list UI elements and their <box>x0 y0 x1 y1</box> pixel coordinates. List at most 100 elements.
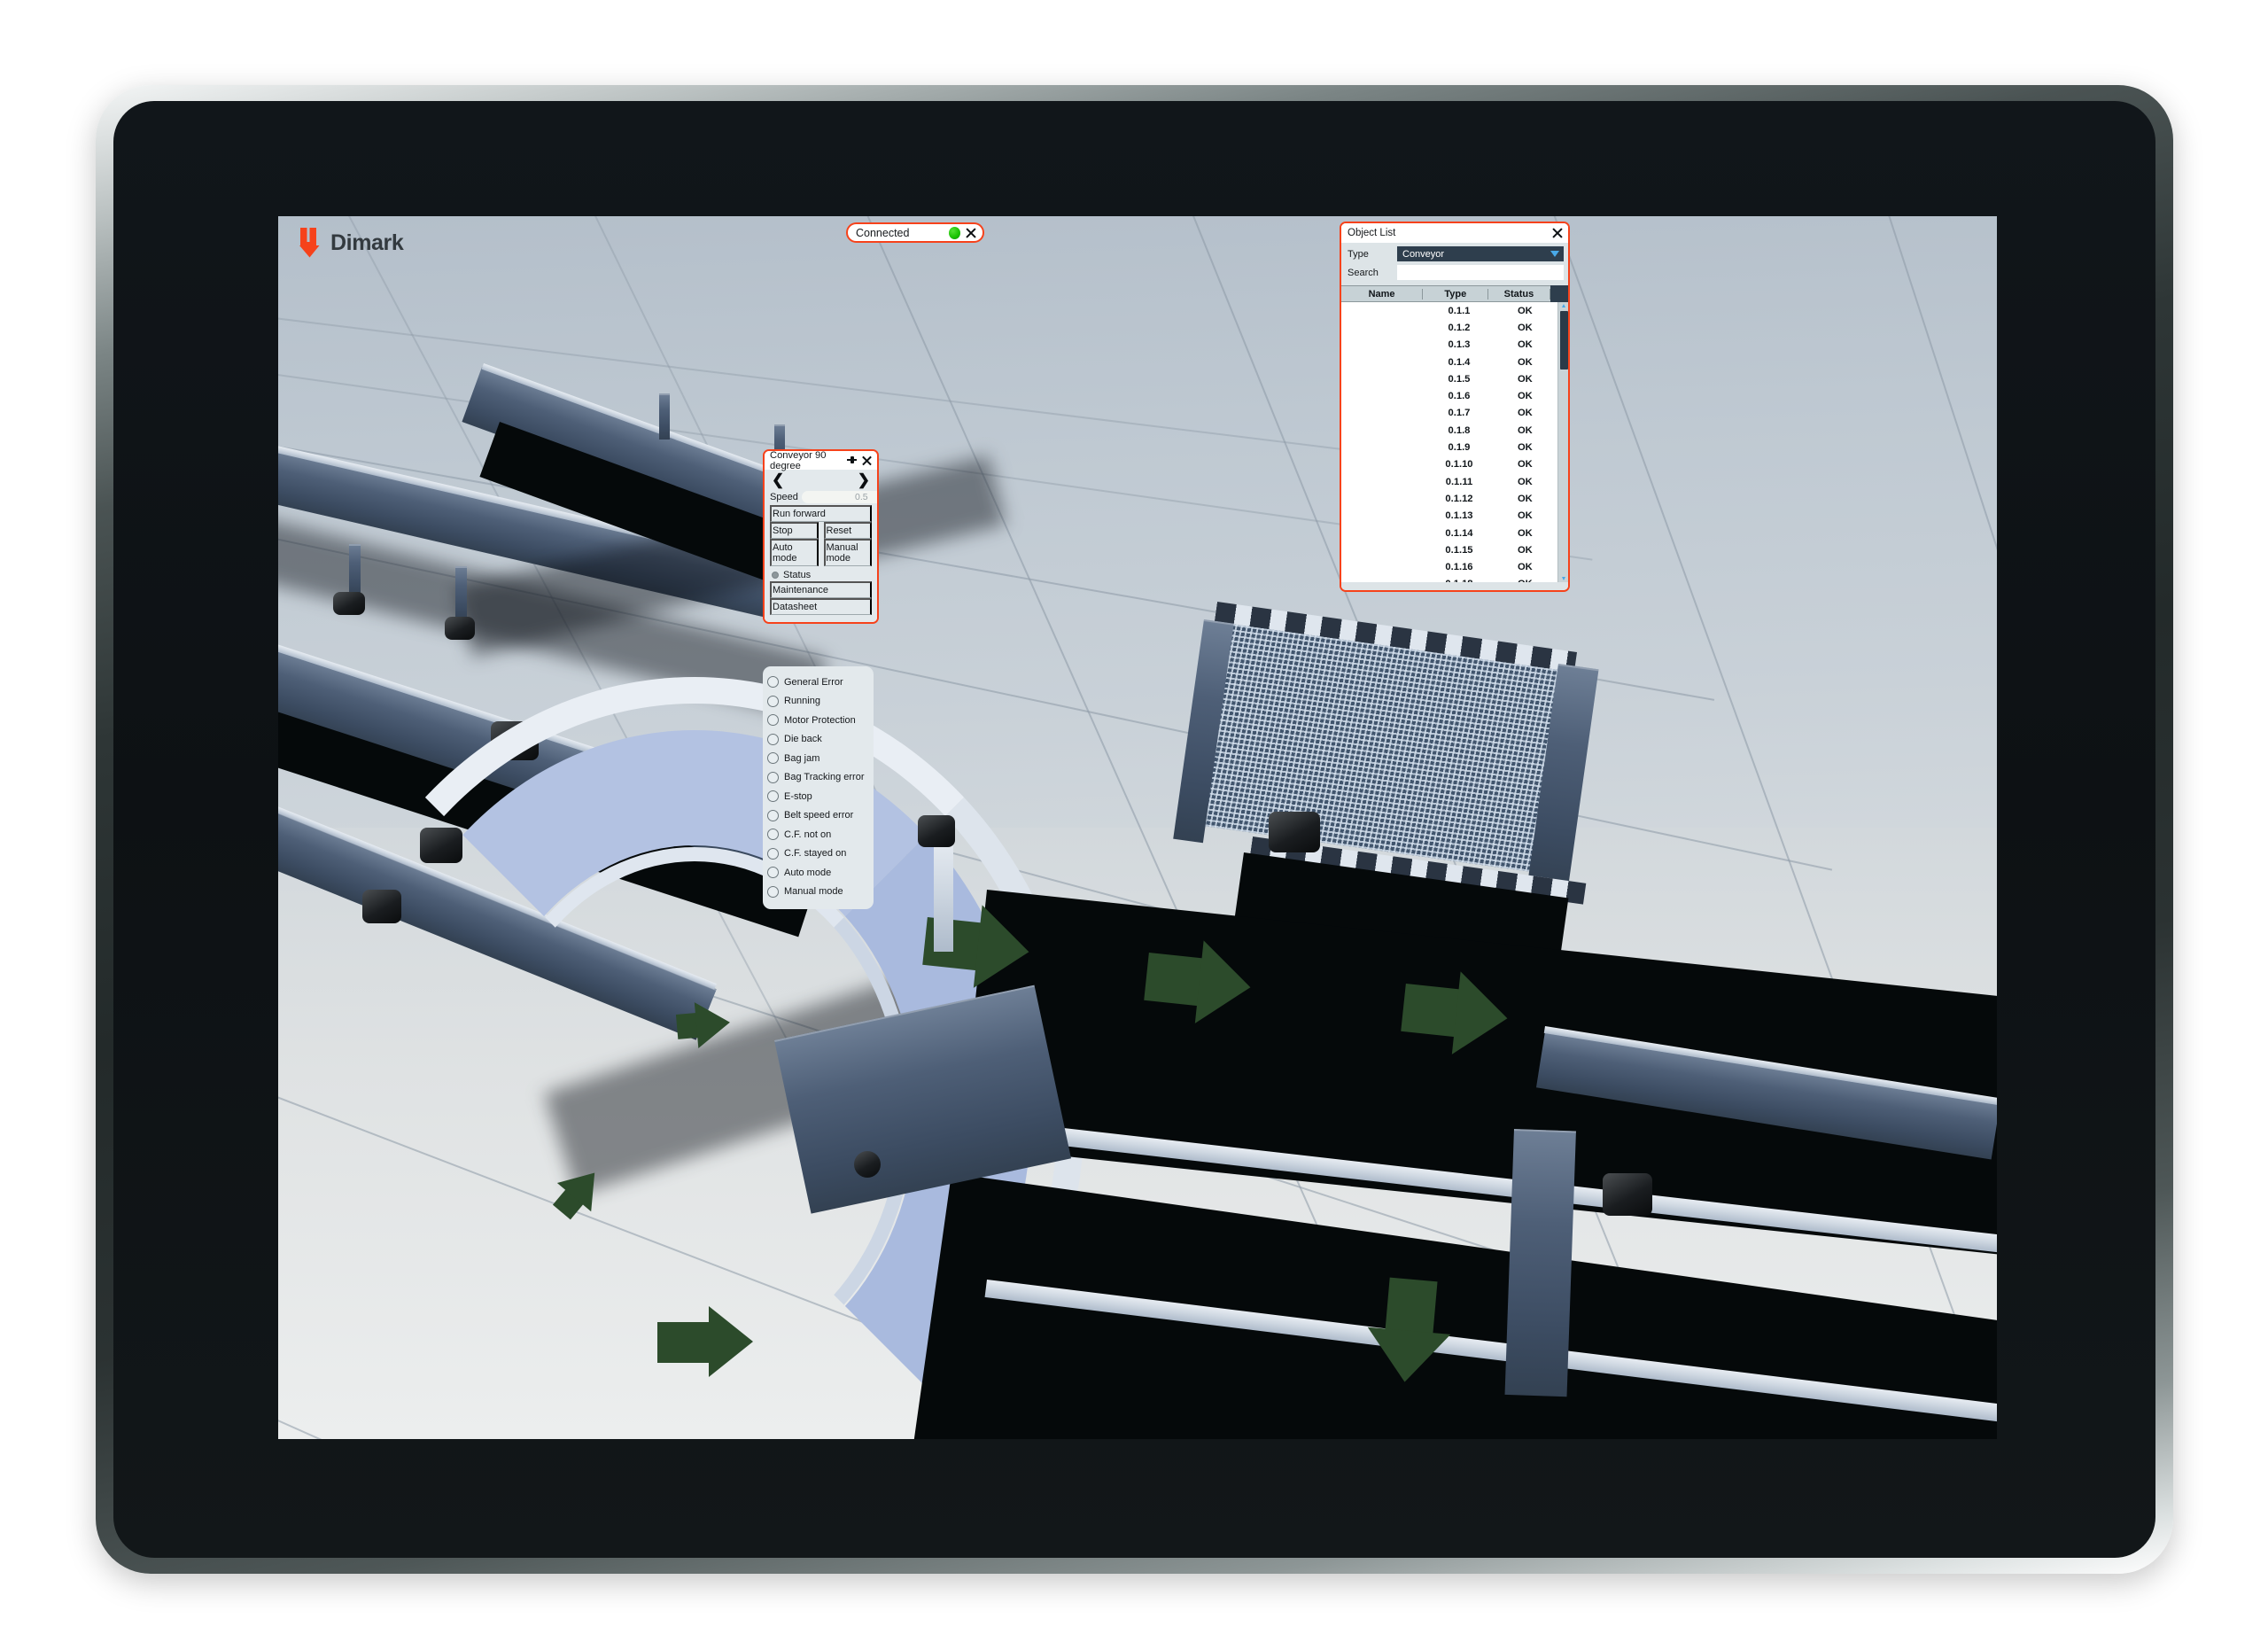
close-icon[interactable] <box>1551 227 1564 239</box>
speed-input[interactable] <box>801 491 877 503</box>
tablet-device: Dimark Connected Conveyor 90 degree ❮ ❯ … <box>96 85 2173 1574</box>
cell-status: OK <box>1517 305 1533 316</box>
table-row[interactable]: 0.1.1 OK <box>1341 302 1557 319</box>
indicator-item: Auto mode <box>767 863 869 883</box>
maintenance-button[interactable]: Maintenance <box>770 581 872 598</box>
indicator-led-icon <box>767 847 779 860</box>
table-row[interactable]: 0.1.15 OK <box>1341 541 1557 558</box>
cell-status: OK <box>1517 527 1533 539</box>
conveyor-panel-title: Conveyor 90 degree <box>770 449 827 471</box>
table-row[interactable]: 0.1.2 OK <box>1341 319 1557 336</box>
object-list-panel[interactable]: Object List Type Conveyor Search Name Ty… <box>1340 222 1570 592</box>
indicator-label: Motor Protection <box>784 714 856 726</box>
cell-type: 0.1.13 <box>1445 510 1473 522</box>
object-list-scrollbar[interactable] <box>1557 302 1568 582</box>
object-list-filters: Type Conveyor Search <box>1341 243 1568 285</box>
connection-status-badge[interactable]: Connected <box>846 222 984 243</box>
indicator-led-icon <box>767 733 779 745</box>
tablet-screen: Dimark Connected Conveyor 90 degree ❮ ❯ … <box>278 216 1997 1439</box>
column-header-status: Status <box>1488 288 1550 300</box>
drive-motor[interactable] <box>1269 812 1320 852</box>
table-row[interactable]: 0.1.7 OK <box>1341 405 1557 422</box>
chevron-right-icon[interactable]: ❯ <box>858 472 870 487</box>
table-row[interactable]: 0.1.3 OK <box>1341 337 1557 354</box>
table-row[interactable]: 0.1.11 OK <box>1341 473 1557 490</box>
cell-type: 0.1.16 <box>1445 562 1473 573</box>
indicator-label: Belt speed error <box>784 810 854 821</box>
table-row[interactable]: 0.1.12 OK <box>1341 490 1557 507</box>
run-forward-button[interactable]: Run forward <box>770 505 872 522</box>
indicator-item: Bag Tracking error <box>767 768 869 788</box>
chevron-left-icon[interactable]: ❮ <box>772 472 784 487</box>
type-select-value: Conveyor <box>1402 248 1445 260</box>
datasheet-row: Datasheet <box>770 598 872 615</box>
reset-button[interactable]: Reset <box>823 522 872 539</box>
conveyor-frame-right-edge[interactable] <box>1504 1129 1576 1397</box>
viewport-3d-scene[interactable] <box>278 216 1997 1439</box>
drive-motor[interactable] <box>918 815 955 847</box>
tablet-bezel: Dimark Connected Conveyor 90 degree ❮ ❯ … <box>113 101 2155 1558</box>
drive-motor[interactable] <box>1603 1173 1652 1216</box>
table-row[interactable]: 0.1.10 OK <box>1341 456 1557 473</box>
indicator-item: Bag jam <box>767 749 869 768</box>
column-header-name: Name <box>1341 288 1424 300</box>
close-icon[interactable] <box>965 227 977 239</box>
table-row[interactable]: 0.1.6 OK <box>1341 387 1557 404</box>
object-table-body[interactable]: 0.1.1 OK 0.1.2 OK 0.1.3 OK 0.1.4 OK 0.1.5 OK 0.1.6… <box>1341 302 1557 582</box>
indicator-item: Belt speed error <box>767 806 869 826</box>
mode-row: Auto mode Manual mode <box>770 539 872 566</box>
indicator-led-icon <box>767 752 779 765</box>
cell-type: 0.1.1 <box>1448 305 1471 316</box>
indicator-label: E-stop <box>784 790 812 802</box>
conveyor-control-panel[interactable]: Conveyor 90 degree ❮ ❯ Speed m/s <box>763 449 879 624</box>
cell-status: OK <box>1517 339 1533 351</box>
app-logo-text: Dimark <box>330 230 404 255</box>
indicator-led-icon <box>767 885 779 898</box>
speed-control-row: Speed m/s <box>770 489 877 505</box>
conveyor-leg <box>349 544 361 597</box>
pin-icon[interactable] <box>846 455 858 466</box>
indicator-led-icon <box>767 771 779 783</box>
table-row[interactable]: 0.1.4 OK <box>1341 354 1557 370</box>
table-row[interactable]: 0.1.9 OK <box>1341 439 1557 455</box>
table-row[interactable]: 0.1.18OK <box>1341 576 1557 582</box>
stop-button[interactable]: Stop <box>770 522 819 539</box>
cell-status: OK <box>1517 459 1533 471</box>
status-label: Status <box>783 570 812 580</box>
object-list-title: Object List <box>1348 228 1396 238</box>
indicator-item: Motor Protection <box>767 711 869 730</box>
indicator-label: Bag Tracking error <box>784 772 865 783</box>
datasheet-button[interactable]: Datasheet <box>770 598 872 615</box>
scroll-down-arrow-icon[interactable] <box>1561 577 1565 580</box>
scroll-up-arrow-icon[interactable] <box>1561 304 1565 307</box>
column-header-spacer <box>1550 285 1568 302</box>
speed-label: Speed <box>770 492 798 502</box>
manual-mode-button[interactable]: Manual mode <box>823 539 872 566</box>
status-dot-icon <box>949 226 960 239</box>
type-select-dropdown[interactable]: Conveyor <box>1397 246 1564 261</box>
table-row[interactable]: 0.1.13 OK <box>1341 508 1557 525</box>
table-row[interactable]: 0.1.5 OK <box>1341 370 1557 387</box>
indicator-led-icon <box>767 790 779 803</box>
conveyor-panel-header: Conveyor 90 degree <box>765 449 877 471</box>
indicator-led-icon <box>767 695 779 707</box>
cell-type: 0.1.5 <box>1448 373 1471 385</box>
indicator-item: C.F. not on <box>767 825 869 844</box>
conveyor-panel-body: ❮ ❯ Speed m/s Run forward Stop Reset <box>765 470 877 622</box>
close-icon[interactable] <box>861 455 873 466</box>
indicator-label: C.F. stayed on <box>784 848 847 860</box>
table-row[interactable]: 0.1.16 OK <box>1341 558 1557 575</box>
search-input[interactable] <box>1397 265 1564 280</box>
table-row[interactable]: 0.1.8 OK <box>1341 422 1557 439</box>
cell-status: OK <box>1517 322 1533 333</box>
cell-type: 0.1.10 <box>1445 459 1473 471</box>
cell-type: 0.1.12 <box>1445 493 1473 504</box>
indicator-item: General Error <box>767 673 869 692</box>
chevron-down-icon <box>1550 251 1559 257</box>
indicator-item: Die back <box>767 730 869 750</box>
scrollbar-thumb[interactable] <box>1559 311 1568 370</box>
table-row[interactable]: 0.1.14 OK <box>1341 525 1557 541</box>
conveyor-post <box>934 836 953 952</box>
auto-mode-button[interactable]: Auto mode <box>770 539 819 566</box>
cell-status: OK <box>1517 562 1533 573</box>
